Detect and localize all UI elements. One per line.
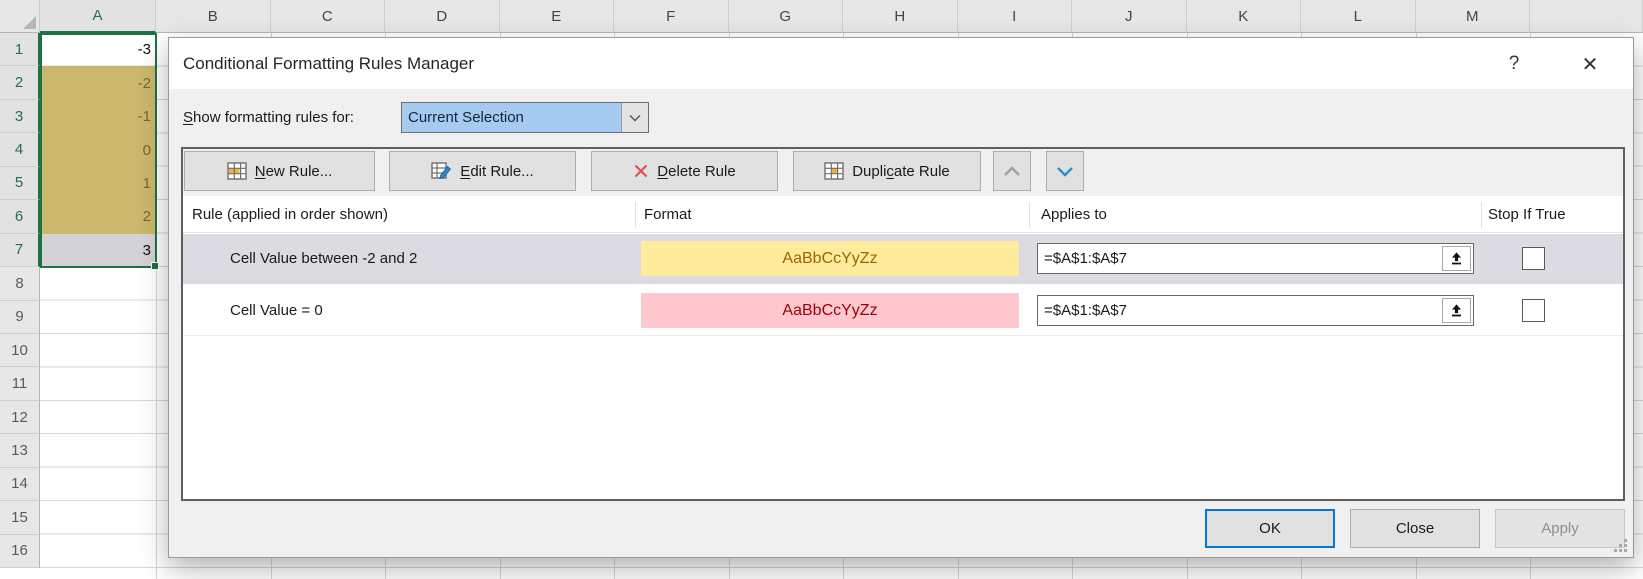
help-icon[interactable]: ? bbox=[1495, 45, 1533, 83]
column-header-D[interactable]: D bbox=[385, 0, 500, 33]
close-button[interactable]: Close bbox=[1350, 509, 1480, 548]
collapse-dialog-button[interactable] bbox=[1442, 298, 1471, 323]
row-header-6[interactable]: 6 bbox=[0, 200, 40, 233]
rules-list: Rule (applied in order shown) Format App… bbox=[183, 197, 1623, 499]
applies-to-input[interactable]: =$A$1:$A$7 bbox=[1037, 295, 1474, 326]
row-header-3[interactable]: 3 bbox=[0, 100, 40, 133]
rule-description: Cell Value between -2 and 2 bbox=[230, 234, 417, 284]
format-sample: AaBbCcYyZz bbox=[641, 293, 1019, 328]
applies-to-value: =$A$1:$A$7 bbox=[1044, 296, 1127, 325]
row-header-14[interactable]: 14 bbox=[0, 468, 40, 501]
cell-A7[interactable]: 3 bbox=[41, 234, 156, 267]
apply-button[interactable]: Apply bbox=[1495, 509, 1625, 548]
show-rules-dropdown[interactable]: Current Selection bbox=[401, 102, 649, 133]
dialog-titlebar[interactable]: Conditional Formatting Rules Manager ? ✕ bbox=[169, 38, 1633, 89]
column-header-C[interactable]: C bbox=[271, 0, 386, 33]
dialog-title: Conditional Formatting Rules Manager bbox=[183, 38, 474, 89]
show-rules-selected-value: Current Selection bbox=[402, 103, 621, 132]
header-rule: Rule (applied in order shown) bbox=[192, 197, 388, 233]
row-header-13[interactable]: 13 bbox=[0, 434, 40, 467]
move-rule-down-button[interactable] bbox=[1046, 151, 1084, 191]
duplicate-rule-label: Duplicate Rule bbox=[852, 163, 950, 180]
header-divider bbox=[1481, 202, 1482, 228]
row-header-2[interactable]: 2 bbox=[0, 66, 40, 99]
row-header-16[interactable]: 16 bbox=[0, 535, 40, 568]
edit-rule-button[interactable]: Edit Rule... bbox=[389, 151, 576, 191]
header-stop-if-true: Stop If True bbox=[1488, 197, 1566, 233]
rule-description: Cell Value = 0 bbox=[230, 286, 323, 336]
delete-rule-label: Delete Rule bbox=[657, 163, 735, 180]
row-header-8[interactable]: 8 bbox=[0, 267, 40, 300]
applies-to-input[interactable]: =$A$1:$A$7 bbox=[1037, 243, 1474, 274]
gridline bbox=[156, 33, 157, 579]
delete-rule-button[interactable]: Delete Rule bbox=[591, 151, 778, 191]
collapse-dialog-button[interactable] bbox=[1442, 246, 1471, 271]
column-header-G[interactable]: G bbox=[729, 0, 844, 33]
header-divider bbox=[635, 202, 636, 228]
column-header-I[interactable]: I bbox=[958, 0, 1073, 33]
row-header-9[interactable]: 9 bbox=[0, 301, 40, 334]
row-header-15[interactable]: 15 bbox=[0, 501, 40, 534]
cell-A6[interactable]: 2 bbox=[41, 200, 156, 233]
new-rule-label: New Rule... bbox=[255, 163, 333, 180]
column-header-F[interactable]: F bbox=[614, 0, 729, 33]
fill-handle[interactable] bbox=[151, 262, 159, 270]
row-header-7[interactable]: 7 bbox=[0, 234, 40, 267]
conditional-formatting-rules-manager-dialog: Conditional Formatting Rules Manager ? ✕… bbox=[168, 37, 1634, 558]
row-header-12[interactable]: 12 bbox=[0, 401, 40, 434]
header-format: Format bbox=[644, 197, 692, 233]
select-all-triangle-icon bbox=[23, 16, 36, 29]
chevron-down-icon bbox=[1056, 166, 1074, 177]
rule-row[interactable]: Cell Value between -2 and 2 AaBbCcYyZz =… bbox=[183, 234, 1623, 284]
rules-list-header: Rule (applied in order shown) Format App… bbox=[183, 197, 1623, 233]
duplicate-rule-table-icon bbox=[824, 162, 844, 180]
ok-button[interactable]: OK bbox=[1205, 509, 1335, 548]
range-select-arrow-icon bbox=[1449, 303, 1464, 318]
cell-A2[interactable]: -2 bbox=[41, 66, 156, 99]
rules-toolbar: New Rule... Edit Rule... Delete Rule Dup… bbox=[183, 149, 1623, 196]
column-header-M[interactable]: M bbox=[1416, 0, 1531, 33]
row-header-11[interactable]: 11 bbox=[0, 367, 40, 400]
format-sample: AaBbCcYyZz bbox=[641, 241, 1019, 276]
column-header-J[interactable]: J bbox=[1072, 0, 1187, 33]
column-header-E[interactable]: E bbox=[500, 0, 615, 33]
rules-frame: New Rule... Edit Rule... Delete Rule Dup… bbox=[181, 147, 1625, 501]
chevron-down-icon[interactable] bbox=[621, 103, 648, 132]
excel-window: ABCDEFGHIJKLM12345678910111213141516-3-2… bbox=[0, 0, 1643, 579]
cell-A1[interactable]: -3 bbox=[41, 33, 156, 66]
move-rule-up-button[interactable] bbox=[993, 151, 1031, 191]
row-header-1[interactable]: 1 bbox=[0, 33, 40, 66]
cell-A4[interactable]: 0 bbox=[41, 133, 156, 166]
select-all-button[interactable] bbox=[0, 0, 40, 33]
rule-row[interactable]: Cell Value = 0 AaBbCcYyZz =$A$1:$A$7 bbox=[183, 286, 1623, 336]
close-icon[interactable]: ✕ bbox=[1571, 45, 1609, 83]
cell-A5[interactable]: 1 bbox=[41, 167, 156, 200]
chevron-up-icon bbox=[1003, 166, 1021, 177]
column-header-blank[interactable] bbox=[1530, 0, 1643, 33]
resize-grip[interactable] bbox=[1614, 539, 1627, 552]
column-header-B[interactable]: B bbox=[156, 0, 271, 33]
column-header-H[interactable]: H bbox=[843, 0, 958, 33]
stop-if-true-checkbox[interactable] bbox=[1522, 299, 1545, 322]
column-header-L[interactable]: L bbox=[1301, 0, 1416, 33]
row-header-10[interactable]: 10 bbox=[0, 334, 40, 367]
row-header-4[interactable]: 4 bbox=[0, 133, 40, 166]
column-header-K[interactable]: K bbox=[1187, 0, 1302, 33]
cell-A3[interactable]: -1 bbox=[41, 100, 156, 133]
row-header-5[interactable]: 5 bbox=[0, 167, 40, 200]
new-rule-button[interactable]: New Rule... bbox=[184, 151, 375, 191]
range-select-arrow-icon bbox=[1449, 251, 1464, 266]
column-header-A[interactable]: A bbox=[40, 0, 156, 33]
new-rule-table-icon bbox=[227, 162, 247, 180]
show-rules-label: Show formatting rules for: bbox=[183, 102, 354, 133]
stop-if-true-checkbox[interactable] bbox=[1522, 247, 1545, 270]
header-applies-to: Applies to bbox=[1041, 197, 1107, 233]
edit-rule-label: Edit Rule... bbox=[460, 163, 533, 180]
duplicate-rule-button[interactable]: Duplicate Rule bbox=[793, 151, 981, 191]
applies-to-value: =$A$1:$A$7 bbox=[1044, 244, 1127, 273]
edit-rule-pencil-icon bbox=[431, 162, 452, 180]
header-divider bbox=[1029, 202, 1030, 228]
delete-x-icon bbox=[633, 163, 649, 179]
